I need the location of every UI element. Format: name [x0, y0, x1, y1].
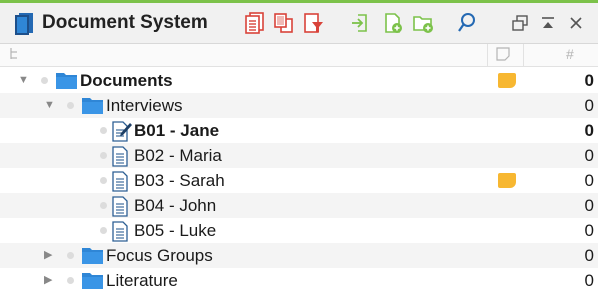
coded-segment-count: 0 [584, 271, 594, 290]
expand-arrow-icon[interactable]: ▶ [44, 274, 56, 286]
panel-title: Document System [42, 12, 208, 33]
coded-segment-count: 0 [584, 146, 594, 165]
undock-icon[interactable] [508, 11, 532, 35]
duplicate-document-icon[interactable] [272, 11, 296, 35]
tree-row-b03-sarah[interactable]: B03 - Sarah 0 [0, 168, 598, 193]
coded-segment-count: 0 [584, 171, 594, 190]
status-dot [100, 202, 107, 209]
tree-row-b01-jane[interactable]: B01 - Jane 0 [0, 118, 598, 143]
import-icon[interactable] [348, 11, 372, 35]
filter-document-icon[interactable] [302, 11, 326, 35]
coded-segment-count: 0 [584, 96, 594, 115]
status-dot [67, 277, 74, 284]
column-separator[interactable] [487, 44, 488, 66]
new-document-icon[interactable] [243, 11, 267, 35]
tree-label: Literature [106, 271, 178, 290]
memo-icon[interactable] [498, 73, 516, 88]
coded-segment-count: 0 [584, 121, 594, 140]
memo-column-icon[interactable] [496, 47, 510, 66]
status-dot [100, 152, 107, 159]
status-dot [67, 102, 74, 109]
expand-arrow-icon[interactable]: ▶ [44, 249, 56, 261]
memo-icon[interactable] [498, 173, 516, 188]
coded-segment-count: 0 [584, 221, 594, 240]
tree-label: B05 - Luke [134, 221, 217, 240]
document-tree: ▼ Documents 0 ▼ Interviews 0 B01 - Jane … [0, 68, 598, 293]
close-icon[interactable] [564, 11, 588, 35]
column-header: # [0, 44, 598, 67]
tree-label: B02 - Maria [134, 146, 222, 165]
tree-row-b04-john[interactable]: B04 - John 0 [0, 193, 598, 218]
tree-icon[interactable] [8, 47, 20, 64]
status-dot [100, 227, 107, 234]
tree-row-documents[interactable]: ▼ Documents 0 [0, 68, 598, 93]
tree-row-literature[interactable]: ▶ Literature 0 [0, 268, 598, 293]
column-separator[interactable] [523, 44, 524, 66]
tree-label: Documents [80, 71, 173, 90]
coded-segment-count: 0 [584, 246, 594, 265]
status-dot [100, 177, 107, 184]
coded-segment-count: 0 [584, 71, 594, 90]
new-document-group-icon[interactable] [382, 11, 406, 35]
tree-label: Focus Groups [106, 246, 213, 265]
status-dot [41, 77, 48, 84]
tree-label: B03 - Sarah [134, 171, 225, 190]
folder-icon [82, 246, 104, 270]
maximize-icon[interactable] [536, 11, 560, 35]
new-folder-icon[interactable] [412, 11, 436, 35]
tree-row-focus-groups[interactable]: ▶ Focus Groups 0 [0, 243, 598, 268]
status-dot [67, 252, 74, 259]
folder-icon [56, 71, 78, 95]
search-icon[interactable] [455, 11, 479, 35]
folder-icon [82, 271, 104, 295]
document-system-icon [14, 13, 34, 40]
expand-arrow-icon[interactable]: ▼ [18, 74, 30, 86]
status-dot [100, 127, 107, 134]
panel-header: Document System [0, 3, 598, 44]
tree-row-b02-maria[interactable]: B02 - Maria 0 [0, 143, 598, 168]
tree-label: B04 - John [134, 196, 217, 215]
expand-arrow-icon[interactable]: ▼ [44, 99, 56, 111]
tree-row-b05-luke[interactable]: B05 - Luke 0 [0, 218, 598, 243]
count-column-header[interactable]: # [566, 46, 574, 62]
tree-label: B01 - Jane [134, 121, 220, 140]
document-system-panel: Document System # ▼ Documents 0 ▼ Interv… [0, 0, 598, 297]
folder-icon [82, 96, 104, 120]
tree-label: Interviews [106, 96, 183, 115]
coded-segment-count: 0 [584, 196, 594, 215]
tree-row-interviews[interactable]: ▼ Interviews 0 [0, 93, 598, 118]
